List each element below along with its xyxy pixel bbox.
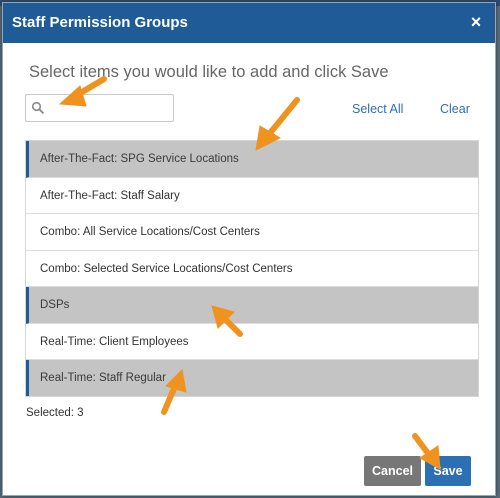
list-item-label: Real-Time: Staff Regular — [40, 372, 166, 384]
list-item-label: Real-Time: Client Employees — [40, 335, 189, 348]
list-item-label: After-The-Fact: SPG Service Locations — [40, 153, 239, 165]
list-item[interactable]: Combo: All Service Locations/Cost Center… — [26, 214, 478, 251]
search-icon — [31, 101, 45, 115]
list-item[interactable]: Real-Time: Client Employees — [26, 324, 478, 360]
close-icon[interactable]: × — [465, 11, 487, 33]
permission-group-list: After-The-Fact: SPG Service Locations Af… — [25, 140, 479, 397]
list-item-label: After-The-Fact: Staff Salary — [40, 189, 180, 202]
staff-permission-groups-dialog: Staff Permission Groups × Select items y… — [2, 2, 496, 496]
clear-link[interactable]: Clear — [440, 102, 470, 116]
list-item[interactable]: After-The-Fact: SPG Service Locations — [26, 141, 478, 178]
list-item-label: DSPs — [40, 299, 70, 311]
cancel-button[interactable]: Cancel — [364, 456, 421, 486]
search-field[interactable] — [25, 94, 174, 122]
list-item[interactable]: Combo: Selected Service Locations/Cost C… — [26, 251, 478, 287]
select-all-link[interactable]: Select All — [352, 102, 403, 116]
save-button[interactable]: Save — [425, 456, 471, 486]
list-item[interactable]: Real-Time: Staff Regular — [26, 360, 478, 396]
dialog-header: Staff Permission Groups × — [3, 3, 495, 43]
list-item-label: Combo: Selected Service Locations/Cost C… — [40, 262, 293, 275]
list-item[interactable]: DSPs — [26, 287, 478, 324]
list-item-label: Combo: All Service Locations/Cost Center… — [40, 226, 260, 238]
list-item[interactable]: After-The-Fact: Staff Salary — [26, 178, 478, 214]
dialog-instructions: Select items you would like to add and c… — [29, 63, 389, 81]
search-input[interactable] — [48, 98, 170, 118]
dialog-title: Staff Permission Groups — [12, 14, 188, 31]
selected-count: Selected: 3 — [26, 407, 84, 419]
